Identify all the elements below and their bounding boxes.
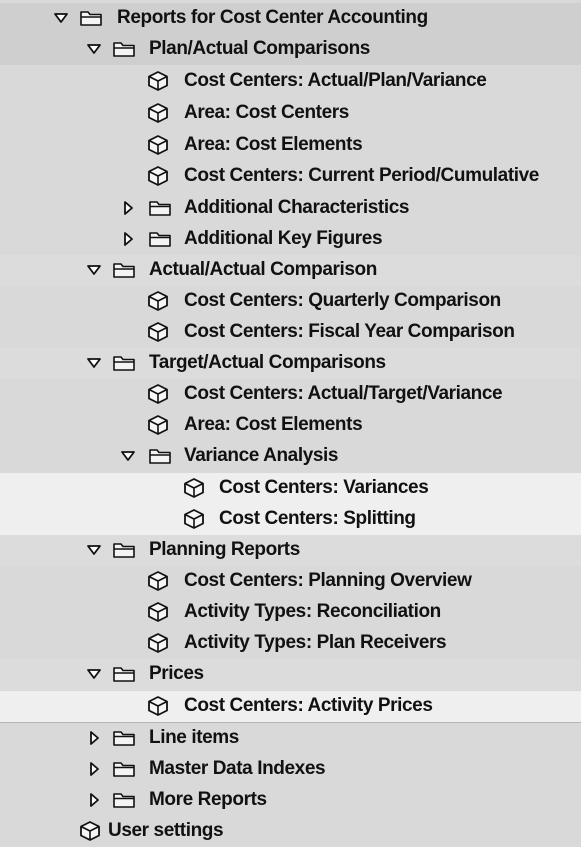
tree-report-cost-centers-current-period-cumulative[interactable]: Cost Centers: Current Period/Cumulative: [0, 161, 581, 192]
folder-icon: [112, 727, 136, 749]
folder-icon: [148, 228, 172, 250]
tree-folder-prices[interactable]: Prices: [0, 659, 581, 690]
tree-node-label: Cost Centers: Current Period/Cumulative: [184, 165, 539, 186]
tree-folder-plan-actual-comparisons[interactable]: Plan/Actual Comparisons: [0, 34, 581, 65]
report-cube-icon: [146, 632, 170, 654]
report-cube-icon: [182, 477, 206, 499]
triangle-down-icon[interactable]: [86, 262, 102, 278]
folder-icon: [148, 445, 172, 467]
tree-report-activity-types-reconciliation[interactable]: Activity Types: Reconciliation: [0, 597, 581, 628]
folder-icon: [112, 352, 136, 374]
tree-node-label: Actual/Actual Comparison: [149, 259, 377, 280]
tree-report-cost-centers-variances[interactable]: Cost Centers: Variances: [0, 473, 581, 504]
tree-node-label: Area: Cost Elements: [184, 134, 363, 155]
report-cube-icon: [146, 134, 170, 156]
tree-node-label: Plan/Actual Comparisons: [149, 38, 370, 59]
tree-node-label: Planning Reports: [149, 539, 300, 560]
report-cube-icon: [146, 165, 170, 187]
tree-node-label: Area: Cost Centers: [184, 102, 349, 123]
tree-folder-additional-key-figures[interactable]: Additional Key Figures: [0, 224, 581, 255]
tree-node-label: Additional Key Figures: [184, 228, 383, 249]
tree-report-area-cost-elements[interactable]: Area: Cost Elements: [0, 410, 581, 441]
triangle-down-icon[interactable]: [86, 41, 102, 57]
tree-folder-additional-characteristics[interactable]: Additional Characteristics: [0, 193, 581, 224]
report-cube-icon: [146, 102, 170, 124]
tree-folder-variance-analysis[interactable]: Variance Analysis: [0, 441, 581, 472]
report-cube-icon: [146, 695, 170, 717]
tree-folder-planning-reports[interactable]: Planning Reports: [0, 535, 581, 566]
folder-icon: [112, 663, 136, 685]
triangle-down-icon[interactable]: [53, 10, 69, 26]
report-cube-icon: [146, 414, 170, 436]
triangle-down-icon[interactable]: [86, 666, 102, 682]
tree-node-label: Reports for Cost Center Accounting: [117, 7, 428, 28]
tree-report-area-cost-elements[interactable]: Area: Cost Elements: [0, 130, 581, 161]
tree-node-label: Activity Types: Reconciliation: [184, 601, 441, 622]
tree-node-label: Cost Centers: Variances: [219, 477, 429, 498]
triangle-right-icon[interactable]: [86, 761, 102, 777]
tree-report-area-cost-centers[interactable]: Area: Cost Centers: [0, 98, 581, 129]
folder-icon: [112, 758, 136, 780]
report-cube-icon: [146, 290, 170, 312]
tree-folder-master-data-indexes[interactable]: Master Data Indexes: [0, 754, 581, 785]
report-cube-icon: [146, 570, 170, 592]
tree-node-label: Cost Centers: Splitting: [219, 508, 416, 529]
tree-report-activity-types-plan-receivers[interactable]: Activity Types: Plan Receivers: [0, 628, 581, 659]
report-cube-icon: [146, 601, 170, 623]
report-tree: Reports for Cost Center Accounting Plan/A…: [0, 0, 581, 846]
tree-node-label: Activity Types: Plan Receivers: [184, 632, 447, 653]
tree-report-cost-centers-planning-overview[interactable]: Cost Centers: Planning Overview: [0, 566, 581, 597]
tree-report-cost-centers-quarterly-comparison[interactable]: Cost Centers: Quarterly Comparison: [0, 286, 581, 317]
triangle-right-icon[interactable]: [86, 792, 102, 808]
triangle-down-icon[interactable]: [86, 355, 102, 371]
report-cube-icon: [78, 820, 102, 842]
tree-node-label: Variance Analysis: [184, 445, 339, 466]
folder-icon: [79, 7, 103, 29]
tree-node-label: Cost Centers: Actual/Plan/Variance: [184, 70, 487, 91]
folder-icon: [112, 539, 136, 561]
triangle-right-icon[interactable]: [86, 730, 102, 746]
tree-folder-actual-actual-comparison[interactable]: Actual/Actual Comparison: [0, 255, 581, 286]
triangle-right-icon[interactable]: [120, 231, 136, 247]
tree-node-label: Additional Characteristics: [184, 197, 410, 218]
tree-node-label: Area: Cost Elements: [184, 414, 363, 435]
folder-icon: [112, 38, 136, 60]
tree-node-label: Cost Centers: Planning Overview: [184, 570, 472, 591]
report-cube-icon: [146, 321, 170, 343]
tree-report-cost-centers-activity-prices[interactable]: Cost Centers: Activity Prices: [0, 691, 581, 722]
report-cube-icon: [146, 383, 170, 405]
report-cube-icon: [146, 70, 170, 92]
tree-node-label: Cost Centers: Actual/Target/Variance: [184, 383, 503, 404]
triangle-down-icon[interactable]: [86, 542, 102, 558]
tree-node-label: Cost Centers: Quarterly Comparison: [184, 290, 501, 311]
tree-folder-line-items[interactable]: Line items: [0, 723, 581, 754]
tree-node-label: Line items: [149, 727, 239, 748]
tree-node-label: Cost Centers: Fiscal Year Comparison: [184, 321, 515, 342]
tree-report-cost-centers-fiscal-year-comparison[interactable]: Cost Centers: Fiscal Year Comparison: [0, 317, 581, 348]
tree-node-label: Cost Centers: Activity Prices: [184, 695, 433, 716]
tree-node-label: Master Data Indexes: [149, 758, 326, 779]
folder-icon: [148, 197, 172, 219]
triangle-down-icon[interactable]: [120, 448, 136, 464]
tree-report-cost-centers-actual-plan-variance[interactable]: Cost Centers: Actual/Plan/Variance: [0, 66, 581, 97]
tree-report-cost-centers-actual-target-variance[interactable]: Cost Centers: Actual/Target/Variance: [0, 379, 581, 410]
tree-node-label: Prices: [149, 663, 204, 684]
folder-icon: [112, 259, 136, 281]
triangle-right-icon[interactable]: [120, 200, 136, 216]
report-cube-icon: [182, 508, 206, 530]
tree-report-user-settings[interactable]: User settings: [0, 816, 581, 847]
tree-node-label: Target/Actual Comparisons: [149, 352, 386, 373]
folder-icon: [112, 789, 136, 811]
tree-node-label: User settings: [108, 820, 224, 841]
tree-folder-more-reports[interactable]: More Reports: [0, 785, 581, 816]
tree-report-cost-centers-splitting[interactable]: Cost Centers: Splitting: [0, 504, 581, 535]
tree-folder-reports-for-cost-center-accounting[interactable]: Reports for Cost Center Accounting: [0, 3, 581, 34]
tree-node-label: More Reports: [149, 789, 267, 810]
tree-folder-target-actual-comparisons[interactable]: Target/Actual Comparisons: [0, 348, 581, 379]
